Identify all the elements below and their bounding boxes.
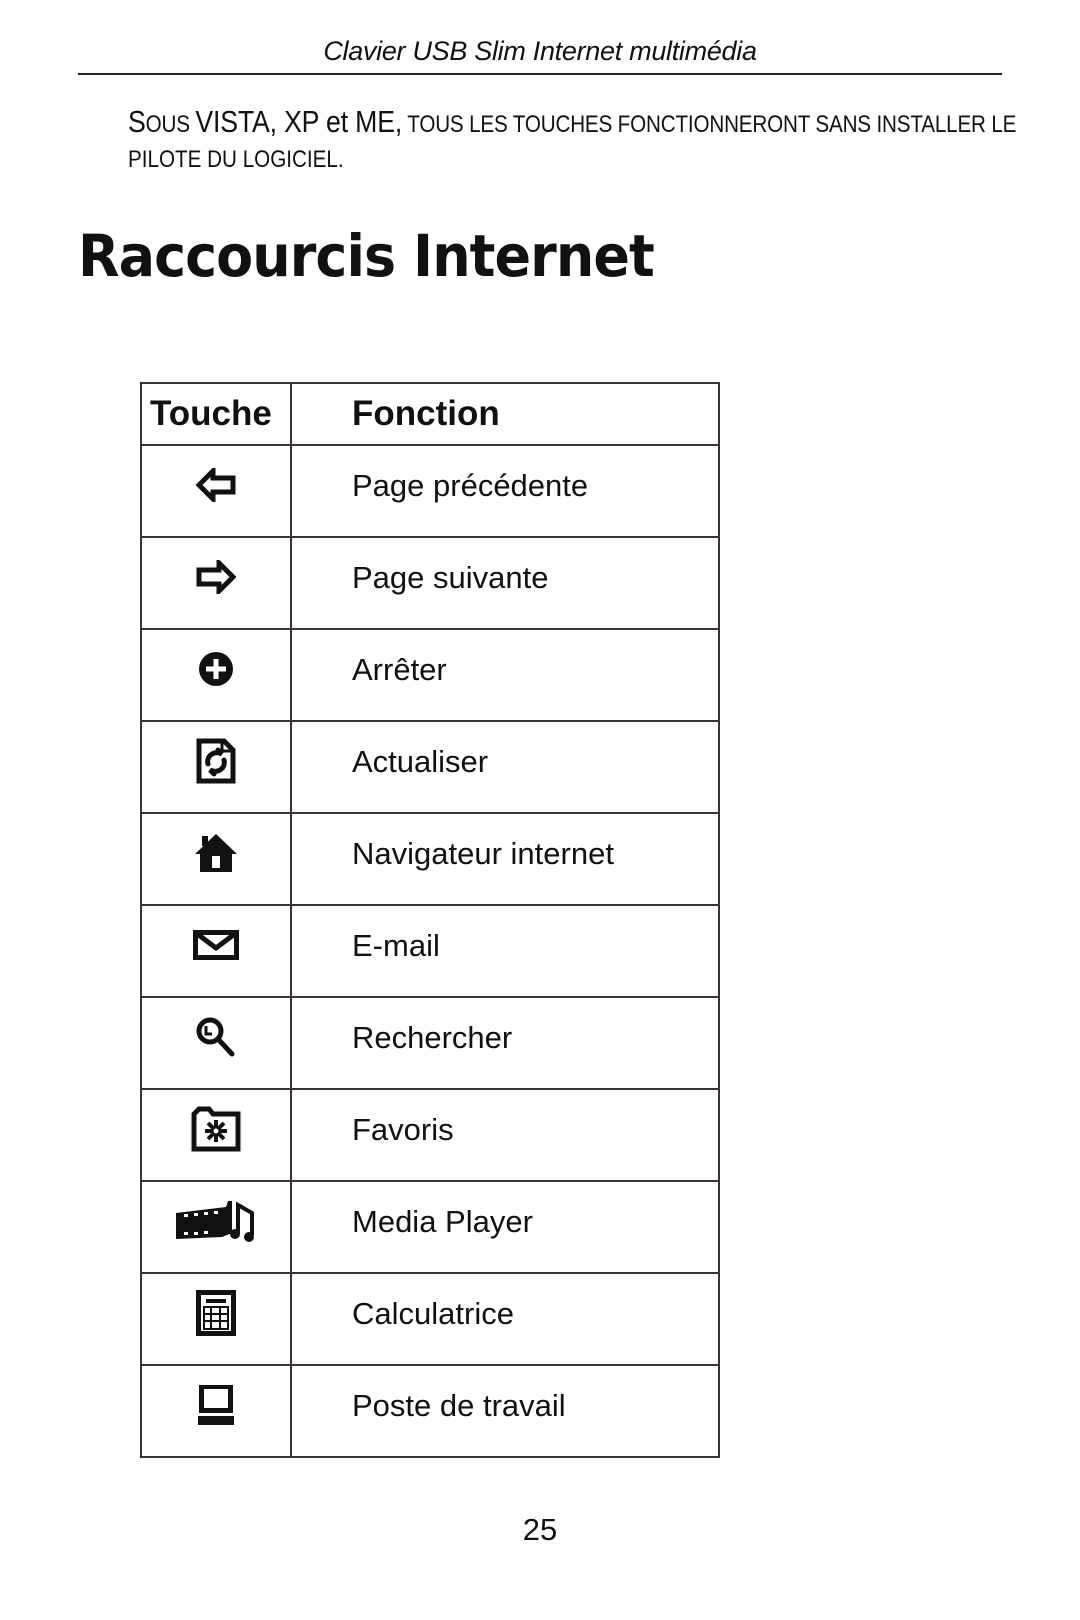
function-label: Navigateur internet — [290, 812, 720, 906]
shortcuts-table: Touche Fonction Page précédente Page sui… — [140, 382, 720, 1458]
function-label: Favoris — [290, 1088, 720, 1182]
calculator-icon — [196, 1289, 236, 1341]
function-label: E-mail — [290, 904, 720, 998]
header-key: Touche — [140, 382, 292, 446]
note-os-list: VISTA, XP et ME, — [195, 104, 403, 139]
mail-icon — [193, 929, 239, 965]
function-label: Arrêter — [290, 628, 720, 722]
favorites-folder-icon — [191, 1106, 241, 1157]
table-row: Media Player — [140, 1180, 720, 1274]
running-header: Clavier USB Slim Internet multimédia — [323, 36, 757, 66]
table-row: Arrêter — [140, 628, 720, 722]
note-lead-initial: S — [128, 104, 146, 139]
table-header-row: Touche Fonction — [140, 382, 720, 446]
function-label: Page suivante — [290, 536, 720, 630]
function-label: Poste de travail — [290, 1364, 720, 1458]
function-label: Actualiser — [290, 720, 720, 814]
table-row: Actualiser — [140, 720, 720, 814]
compatibility-note-line2: PILOTE DU LOGICIEL. — [128, 146, 344, 173]
stop-icon — [198, 651, 234, 692]
section-title: Raccourcis Internet — [78, 222, 655, 290]
search-icon — [195, 1016, 237, 1063]
page-number: 25 — [522, 1512, 558, 1547]
table-row: Poste de travail — [140, 1364, 720, 1458]
note-lead-rest: OUS — [145, 111, 190, 138]
table-row: Page suivante — [140, 536, 720, 630]
function-label: Rechercher — [290, 996, 720, 1090]
my-computer-icon — [198, 1384, 234, 1430]
table-row: Navigateur internet — [140, 812, 720, 906]
refresh-icon — [196, 738, 236, 789]
compatibility-note: SOUS VISTA, XP et ME, TOUS LES TOUCHES F… — [128, 100, 1016, 147]
header-function: Fonction — [290, 382, 720, 446]
forward-arrow-icon — [196, 556, 237, 599]
media-player-icon — [174, 1199, 258, 1248]
header-rule — [78, 73, 1002, 75]
table-row: Rechercher — [140, 996, 720, 1090]
note-line1-rest: TOUS LES TOUCHES FONCTIONNERONT SANS INS… — [407, 111, 1017, 138]
function-label: Calculatrice — [290, 1272, 720, 1366]
function-label: Media Player — [290, 1180, 720, 1274]
back-arrow-icon — [195, 464, 236, 507]
table-row: Calculatrice — [140, 1272, 720, 1366]
table-row: Favoris — [140, 1088, 720, 1182]
function-label: Page précédente — [290, 444, 720, 538]
table-row: Page précédente — [140, 444, 720, 538]
table-row: E-mail — [140, 904, 720, 998]
home-icon — [193, 832, 239, 879]
